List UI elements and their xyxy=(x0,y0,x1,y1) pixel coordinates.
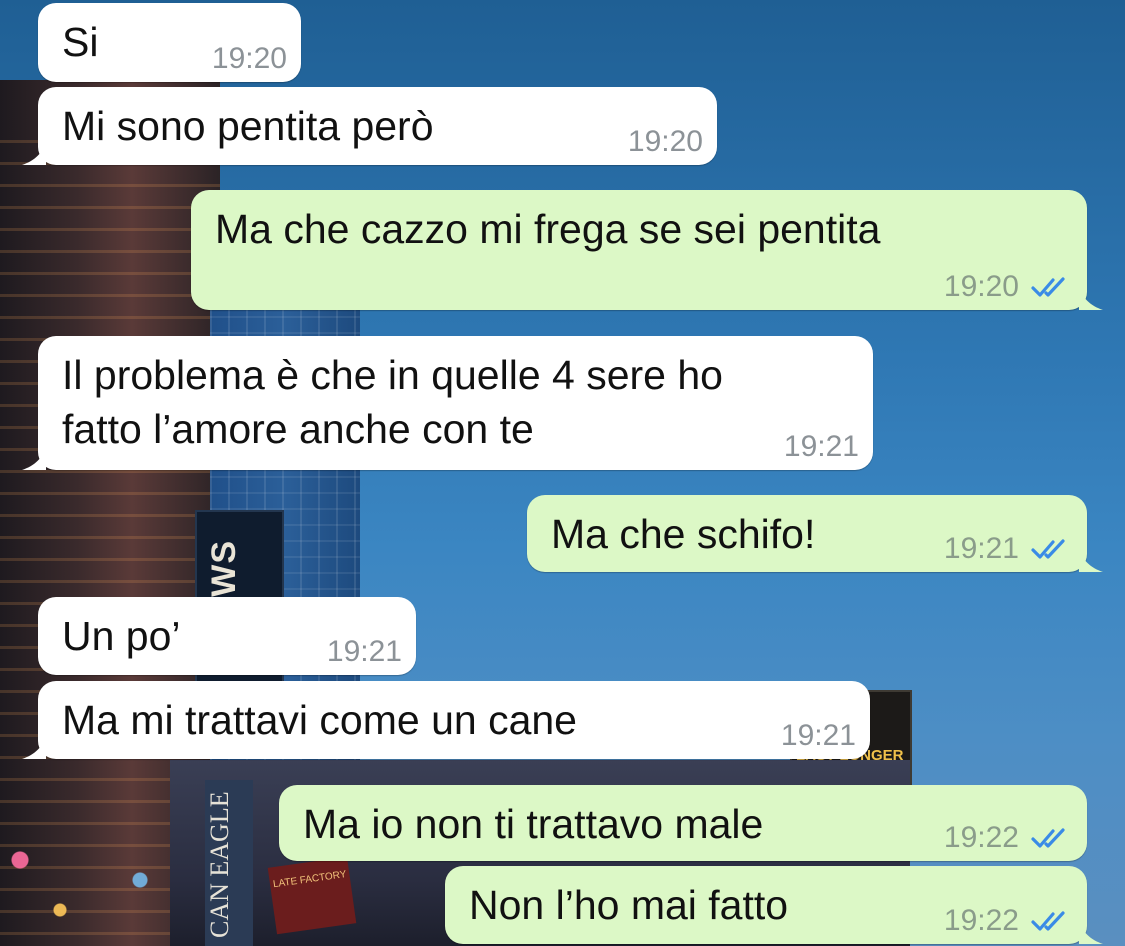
message-time: 19:22 xyxy=(943,821,1019,854)
message-time: 19:21 xyxy=(943,532,1019,565)
outgoing-message-bubble[interactable]: Ma che schifo! 19:21 xyxy=(527,495,1103,572)
message-meta: 19:20 xyxy=(628,125,703,159)
incoming-message-bubble[interactable]: Un po’ 19:21 xyxy=(38,597,416,675)
outgoing-message-bubble[interactable]: Ma io non ti trattavo male 19:22 xyxy=(279,785,1087,861)
incoming-message-bubble[interactable]: Si 19:20 xyxy=(38,3,301,82)
message-list[interactable]: Si 19:20 Mi sono pentita però 19:20 Ma c… xyxy=(0,0,1125,946)
message-text: Si xyxy=(62,19,99,65)
message-time: 19:21 xyxy=(780,719,856,752)
message-meta: 19:21 xyxy=(781,719,856,753)
message-time: 19:20 xyxy=(211,42,287,75)
message-text: Ma io non ti trattavo male xyxy=(303,801,764,847)
message-meta: 19:21 xyxy=(784,430,859,464)
outgoing-message-bubble[interactable]: Ma che cazzo mi frega se sei pentita 19:… xyxy=(191,190,1103,310)
incoming-message-bubble[interactable]: Mi sono pentita però 19:20 xyxy=(22,87,717,165)
incoming-message-bubble[interactable]: Ma mi trattavi come un cane 19:21 xyxy=(22,681,870,759)
message-time: 19:20 xyxy=(627,125,703,158)
message-text: Un po’ xyxy=(62,613,181,659)
message-meta: 19:20 xyxy=(944,270,1073,304)
message-text: Ma che schifo! xyxy=(551,511,816,557)
message-text: Non l’ho mai fatto xyxy=(469,882,789,928)
bubble-tail-icon xyxy=(22,444,46,470)
message-time: 19:20 xyxy=(943,270,1019,303)
message-time: 19:22 xyxy=(943,904,1019,937)
message-meta: 19:21 xyxy=(944,532,1073,566)
message-text: Mi sono pentita però xyxy=(62,103,434,149)
message-meta: 19:20 xyxy=(212,42,287,76)
message-meta: 19:22 xyxy=(944,821,1073,855)
message-text: Il problema è che in quelle 4 sere ho fa… xyxy=(62,352,723,452)
message-time: 19:21 xyxy=(326,635,402,668)
message-meta: 19:22 xyxy=(944,904,1073,938)
outgoing-message-bubble[interactable]: Non l’ho mai fatto 19:22 xyxy=(445,866,1103,944)
bubble-tail-icon xyxy=(22,139,46,165)
message-meta: 19:21 xyxy=(327,635,402,669)
double-check-read-icon xyxy=(1031,539,1065,559)
message-text: Ma che cazzo mi frega se sei pentita xyxy=(215,206,881,252)
bubble-tail-icon xyxy=(22,733,46,759)
double-check-read-icon xyxy=(1031,277,1065,297)
message-text: Ma mi trattavi come un cane xyxy=(62,697,577,743)
incoming-message-bubble[interactable]: Il problema è che in quelle 4 sere ho fa… xyxy=(22,336,873,470)
double-check-read-icon xyxy=(1031,911,1065,931)
bubble-tail-icon xyxy=(1079,918,1103,944)
double-check-read-icon xyxy=(1031,828,1065,848)
message-time: 19:21 xyxy=(783,430,859,463)
bubble-tail-icon xyxy=(1079,284,1103,310)
bubble-tail-icon xyxy=(1079,546,1103,572)
